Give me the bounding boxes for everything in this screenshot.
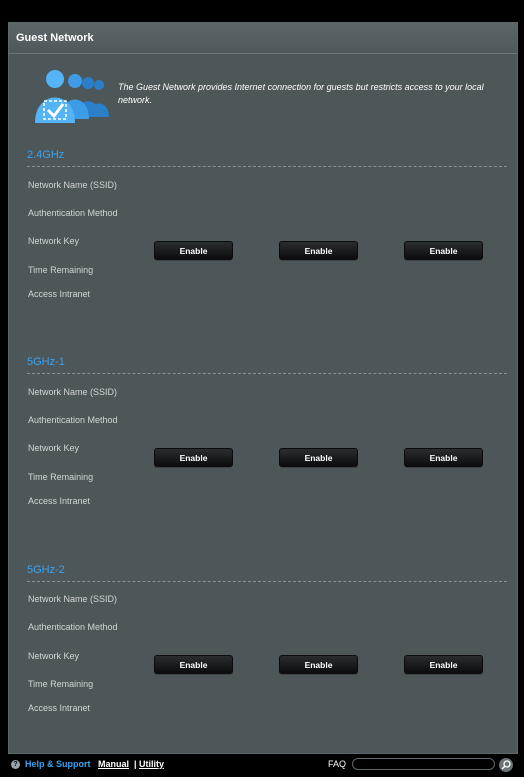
enable-button-5ghz-2-1[interactable]: Enable xyxy=(154,655,233,674)
label-ssid: Network Name (SSID) xyxy=(28,594,118,604)
band-title-2-4ghz: 2.4GHz xyxy=(27,149,65,161)
label-time-remaining: Time Remaining xyxy=(28,679,94,689)
label-network-key: Network Key xyxy=(28,651,80,661)
guest-network-panel: Guest Network The Guest Network provides… xyxy=(8,22,518,754)
help-support-link[interactable]: Help & Support xyxy=(25,759,91,769)
guest-users-icon xyxy=(35,70,109,123)
page-title: Guest Network xyxy=(16,32,94,44)
intro-description: The Guest Network provides Internet conn… xyxy=(118,82,484,105)
enable-button-2-4ghz-3[interactable]: Enable xyxy=(404,241,483,260)
search-icon xyxy=(501,760,511,770)
label-access-intranet: Access Intranet xyxy=(28,289,91,299)
label-ssid: Network Name (SSID) xyxy=(28,387,118,397)
enable-button-5ghz-1-1[interactable]: Enable xyxy=(154,448,233,467)
label-auth-method: Authentication Method xyxy=(28,208,118,218)
enable-button-5ghz-1-3[interactable]: Enable xyxy=(404,448,483,467)
label-auth-method: Authentication Method xyxy=(28,415,118,425)
footer-bar: ? Help & Support Manual | Utility FAQ xyxy=(0,756,524,773)
label-time-remaining: Time Remaining xyxy=(28,472,94,482)
search-button[interactable] xyxy=(499,758,513,772)
enable-button-5ghz-2-3[interactable]: Enable xyxy=(404,655,483,674)
label-ssid: Network Name (SSID) xyxy=(28,180,118,190)
band-divider xyxy=(27,373,507,374)
label-network-key: Network Key xyxy=(28,443,80,453)
faq-search-input[interactable] xyxy=(352,758,495,770)
label-access-intranet: Access Intranet xyxy=(28,703,91,713)
label-access-intranet: Access Intranet xyxy=(28,496,91,506)
band-divider xyxy=(27,166,507,167)
enable-button-2-4ghz-1[interactable]: Enable xyxy=(154,241,233,260)
link-separator: | xyxy=(134,759,137,769)
band-title-5ghz-2: 5GHz-2 xyxy=(27,564,65,576)
faq-label: FAQ xyxy=(328,759,347,769)
title-bar: Guest Network xyxy=(9,23,517,54)
enable-button-2-4ghz-2[interactable]: Enable xyxy=(279,241,358,260)
manual-link[interactable]: Manual xyxy=(98,759,129,769)
enable-button-5ghz-2-2[interactable]: Enable xyxy=(279,655,358,674)
label-time-remaining: Time Remaining xyxy=(28,265,94,275)
label-auth-method: Authentication Method xyxy=(28,622,118,632)
label-network-key: Network Key xyxy=(28,236,80,246)
utility-link[interactable]: Utility xyxy=(139,759,164,769)
help-icon[interactable]: ? xyxy=(11,760,20,769)
band-title-5ghz-1: 5GHz-1 xyxy=(27,356,65,368)
enable-button-5ghz-1-2[interactable]: Enable xyxy=(279,448,358,467)
band-divider xyxy=(27,581,507,582)
